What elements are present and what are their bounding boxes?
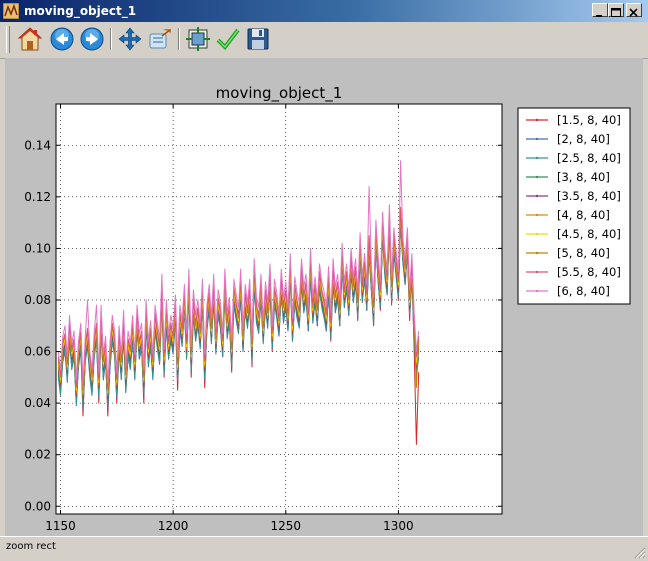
legend-label: [2, 8, 40] xyxy=(557,132,610,146)
legend-label: [5, 8, 40] xyxy=(557,246,610,260)
y-tick-label: 0.02 xyxy=(24,448,51,462)
title-bar: moving_object_1 xyxy=(0,0,648,22)
arrow-left-icon xyxy=(50,27,74,51)
toolbar xyxy=(0,22,648,59)
legend-label: [2.5, 8, 40] xyxy=(557,151,621,165)
legend-label: [4.5, 8, 40] xyxy=(557,227,621,241)
legend-marker xyxy=(535,194,539,198)
legend-marker xyxy=(535,213,539,217)
x-tick-label: 1300 xyxy=(383,519,414,533)
arrow-right-icon xyxy=(80,27,104,51)
legend-label: [6, 8, 40] xyxy=(557,284,610,298)
window-title: moving_object_1 xyxy=(24,4,137,18)
home-button[interactable] xyxy=(16,25,44,53)
zoom-rect-icon xyxy=(149,29,171,49)
checkmark-icon xyxy=(216,28,240,51)
configure-subplots-button[interactable] xyxy=(184,25,212,53)
close-icon xyxy=(629,8,638,17)
minimize-icon xyxy=(596,15,602,17)
zoom-button[interactable] xyxy=(146,25,174,53)
maximize-icon xyxy=(611,8,621,17)
toolbar-grip[interactable] xyxy=(6,26,10,53)
legend-marker xyxy=(535,289,539,293)
status-bar: zoom rect xyxy=(0,536,648,561)
legend-label: [4, 8, 40] xyxy=(557,208,610,222)
floppy-disk-icon xyxy=(247,28,269,50)
line-chart[interactable]: 1150 1200 1250 1300 0.00 0.02 0.04 0.06 0.08 0.10… xyxy=(5,58,643,536)
close-button[interactable] xyxy=(626,3,642,17)
back-button[interactable] xyxy=(48,25,76,53)
maximize-button[interactable] xyxy=(608,3,624,17)
pan-button[interactable] xyxy=(116,25,144,53)
legend-marker xyxy=(535,118,539,122)
x-tick-label: 1200 xyxy=(158,519,189,533)
resize-grip-icon[interactable] xyxy=(634,547,646,559)
app-icon xyxy=(3,3,19,19)
legend-marker xyxy=(535,175,539,179)
legend-marker xyxy=(535,232,539,236)
minimize-button[interactable] xyxy=(592,3,608,17)
figure-canvas[interactable]: 1150 1200 1250 1300 0.00 0.02 0.04 0.06 0.08 0.10… xyxy=(5,58,643,536)
legend-marker xyxy=(535,137,539,141)
subplots-config-icon xyxy=(186,27,210,51)
y-tick-label: 0.12 xyxy=(24,190,51,204)
home-icon xyxy=(17,27,43,51)
x-tick-label: 1150 xyxy=(45,519,76,533)
legend-label: [1.5, 8, 40] xyxy=(557,113,621,127)
status-text: zoom rect xyxy=(6,541,56,552)
save-button[interactable] xyxy=(244,25,272,53)
toolbar-separator xyxy=(178,28,180,50)
y-tick-label: 0.14 xyxy=(24,138,51,152)
legend-label: [3, 8, 40] xyxy=(557,170,610,184)
edit-button[interactable] xyxy=(214,25,242,53)
legend-label: [5.5, 8, 40] xyxy=(557,265,621,279)
y-tick-label: 0.04 xyxy=(24,396,51,410)
legend-marker xyxy=(535,251,539,255)
y-tick-label: 0.08 xyxy=(24,293,51,307)
toolbar-separator xyxy=(110,28,112,50)
y-tick-label: 0.00 xyxy=(24,499,51,513)
y-tick-label: 0.06 xyxy=(24,345,51,359)
x-tick-label: 1250 xyxy=(270,519,301,533)
legend-label: [3.5, 8, 40] xyxy=(557,189,621,203)
chart-title: moving_object_1 xyxy=(216,84,343,103)
y-tick-label: 0.10 xyxy=(24,241,51,255)
legend-marker xyxy=(535,156,539,160)
legend-marker xyxy=(535,270,539,274)
move-arrows-icon xyxy=(118,27,142,51)
forward-button[interactable] xyxy=(78,25,106,53)
